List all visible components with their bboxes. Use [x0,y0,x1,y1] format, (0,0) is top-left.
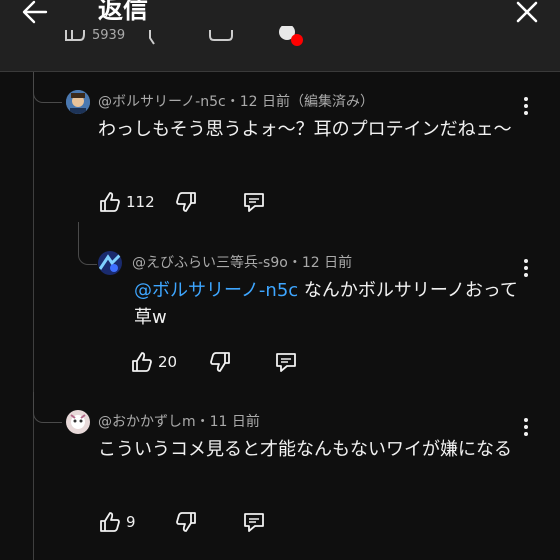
mention-link[interactable]: @ボルサリーノ-n5c [134,280,298,301]
comment-author[interactable]: @おかかずしm [98,414,196,430]
like-count: 20 [158,353,178,371]
reply-thread-line [78,222,97,265]
creator-heart-icon [279,26,303,46]
dislike-button[interactable] [174,510,198,534]
dislike-button[interactable] [208,350,232,374]
thumbs-up-icon [100,512,120,532]
thumbs-down-icon [210,352,230,372]
arrow-left-icon [22,0,48,24]
back-button[interactable] [20,0,50,26]
parent-comment-actions: 5939 [0,26,560,71]
reply-icon[interactable] [208,30,234,46]
thumbs-down-icon [176,512,196,532]
thumbs-down-icon [176,192,196,212]
close-icon [516,1,538,23]
comment-text: @ボルサリーノ-n5c なんかボルサリーノおって草w [134,277,530,331]
comment-author[interactable]: @ボルサリーノ-n5c [98,94,226,110]
reply-header: 返信 [0,0,560,26]
section-divider [0,71,560,72]
comment-text: わっしもそう思うよォ〜？耳のプロテインだねェ〜 [98,119,512,140]
comment-timestamp: ・12 日前 [287,255,353,271]
parent-like-count: 5939 [92,28,126,43]
comment-text: こういうコメ見ると才能なんもないワイが嫌になる [98,439,512,460]
avatar[interactable] [66,410,90,434]
like-button[interactable]: 112 [98,190,155,214]
page-title: 返信 [98,0,149,24]
comment-meta: @おかかずしm・11 日前 [98,412,260,432]
thumbs-up-icon [100,192,120,212]
dislike-button[interactable] [174,190,198,214]
reply-button[interactable] [242,510,266,534]
comment-author[interactable]: @えびふらい三等兵-s9o [132,255,288,271]
thumbs-up-icon[interactable] [64,30,90,46]
close-button[interactable] [512,0,542,29]
like-button[interactable]: 9 [98,510,136,534]
thread-connector [33,72,62,103]
comment-meta: @ボルサリーノ-n5c・12 日前（編集済み） [98,92,374,112]
thumbs-down-icon[interactable] [146,30,166,46]
reply-button[interactable] [242,190,266,214]
reply-icon [244,193,264,212]
thread-line [33,72,34,560]
like-count: 9 [126,513,136,531]
thumbs-up-icon [132,352,152,372]
comment-timestamp: ・11 日前 [195,414,260,430]
more-options-button[interactable] [514,94,538,118]
reply-button[interactable] [274,350,298,374]
more-vertical-icon [524,97,528,115]
reply-icon [244,513,264,532]
like-count: 112 [126,193,155,211]
comment-timestamp: ・12 日前（編集済み） [225,94,374,110]
avatar[interactable] [98,251,122,275]
reply-icon [276,353,296,372]
avatar[interactable] [66,90,90,114]
thread-connector [33,392,62,423]
comment-meta: @えびふらい三等兵-s9o・12 日前 [132,253,352,273]
like-button[interactable]: 20 [130,350,177,374]
